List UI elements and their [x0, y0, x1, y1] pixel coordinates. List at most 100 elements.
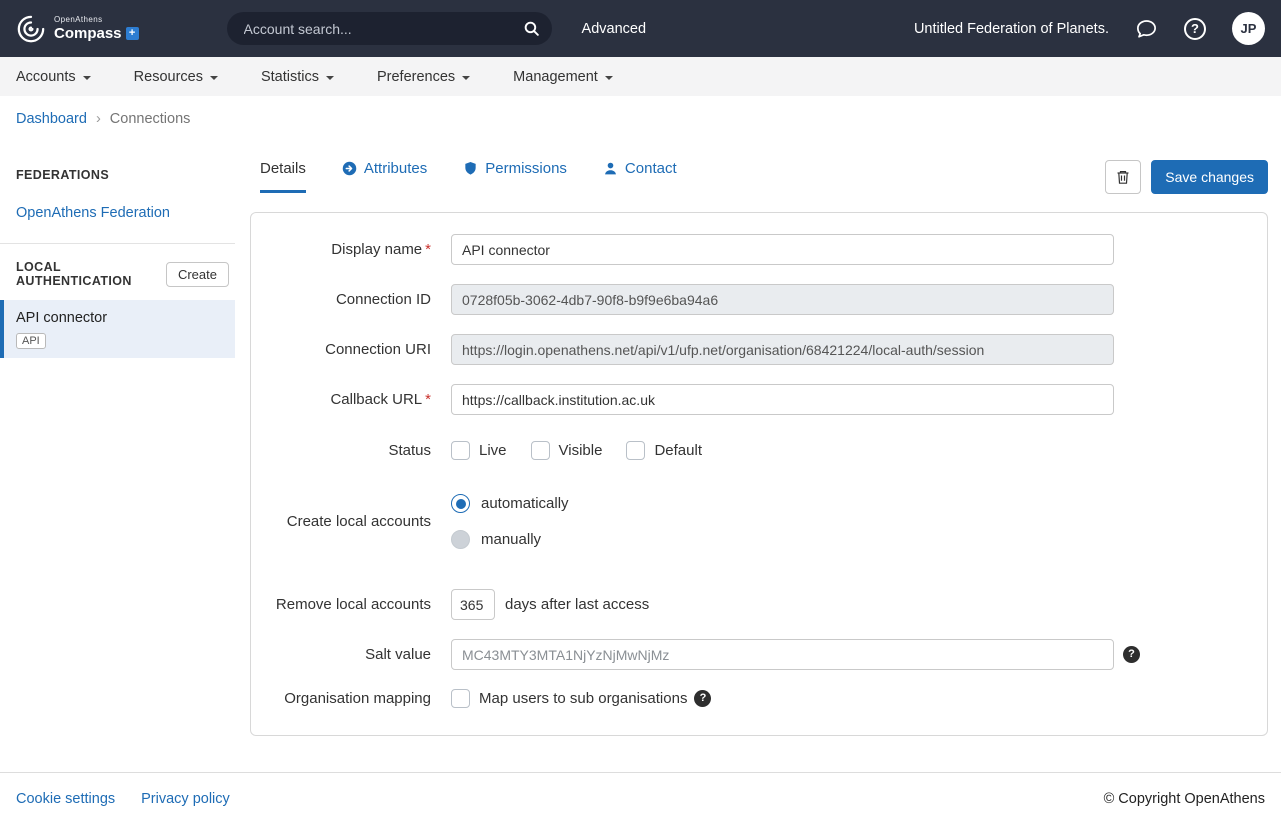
callback-url-input[interactable] [451, 384, 1114, 415]
form-row-connection-id: Connection ID [251, 284, 1267, 315]
user-icon [603, 161, 618, 176]
nav-statistics-label: Statistics [261, 69, 319, 85]
tab-permissions[interactable]: Permissions [463, 160, 567, 193]
account-search [227, 12, 552, 45]
status-live-label: Live [479, 442, 507, 459]
nav-accounts[interactable]: Accounts [16, 69, 91, 85]
top-header: OpenAthens Compass Advanced Untitled Fed… [0, 0, 1281, 57]
nav-resources-label: Resources [134, 69, 203, 85]
salt-help-icon[interactable] [1123, 646, 1140, 663]
remove-days-input[interactable] [451, 589, 495, 620]
connection-uri-label: Connection URI [261, 341, 431, 358]
create-connection-button[interactable]: Create [166, 262, 229, 287]
tabs: Details Attributes P [250, 160, 677, 193]
nav-statistics[interactable]: Statistics [261, 69, 334, 85]
breadcrumb-dashboard[interactable]: Dashboard [16, 111, 87, 127]
remove-local-accounts-label: Remove local accounts [261, 596, 431, 613]
trash-icon [1115, 169, 1131, 185]
footer: Cookie settings Privacy policy © Copyrig… [0, 772, 1281, 825]
logo-plus-icon [126, 27, 139, 40]
remove-days-suffix: days after last access [505, 596, 649, 613]
tabs-row: Details Attributes P [250, 160, 1268, 194]
logo-openathens-text: OpenAthens [54, 16, 139, 24]
nav-preferences[interactable]: Preferences [377, 69, 470, 85]
federations-heading: FEDERATIONS [0, 168, 235, 182]
nav-management-label: Management [513, 69, 598, 85]
status-visible-checkbox[interactable] [531, 441, 550, 460]
caret-down-icon [210, 76, 218, 80]
status-default-checkbox[interactable] [626, 441, 645, 460]
caret-down-icon [462, 76, 470, 80]
tab-contact[interactable]: Contact [603, 160, 677, 193]
sidebar-divider [0, 243, 235, 244]
status-visible-label: Visible [559, 442, 603, 459]
tab-details[interactable]: Details [260, 160, 306, 193]
federation-name: Untitled Federation of Planets. [914, 21, 1109, 37]
save-changes-button[interactable]: Save changes [1151, 160, 1268, 194]
connection-uri-input [451, 334, 1114, 365]
nav-resources[interactable]: Resources [134, 69, 218, 85]
status-live-checkbox[interactable] [451, 441, 470, 460]
connection-type-badge: API [16, 333, 46, 349]
main-nav: Accounts Resources Statistics Preference… [0, 57, 1281, 96]
tab-contact-label: Contact [625, 160, 677, 177]
question-circle-icon [1184, 18, 1206, 40]
form-row-salt-value: Salt value [251, 639, 1267, 670]
create-accounts-manually-radio[interactable] [451, 530, 470, 549]
breadcrumb: Dashboard › Connections [0, 96, 1281, 136]
breadcrumb-separator-icon: › [96, 111, 101, 127]
form-row-organisation-mapping: Organisation mapping Map users to sub or… [251, 689, 1267, 708]
delete-button[interactable] [1105, 160, 1141, 194]
details-form: Display name* Connection ID Connection U… [250, 212, 1268, 736]
local-auth-header: LOCAL AUTHENTICATION Create [0, 260, 235, 288]
automatically-label: automatically [481, 495, 569, 512]
search-input[interactable] [242, 20, 518, 38]
sidebar-item-openathens-federation[interactable]: OpenAthens Federation [0, 205, 235, 221]
display-name-input[interactable] [451, 234, 1114, 265]
connection-title: API connector [16, 310, 223, 326]
cookie-settings-link[interactable]: Cookie settings [16, 791, 115, 807]
manually-label: manually [481, 531, 541, 548]
local-auth-heading: LOCAL AUTHENTICATION [16, 260, 166, 288]
help-icon[interactable] [1184, 18, 1206, 40]
tab-details-label: Details [260, 160, 306, 177]
privacy-policy-link[interactable]: Privacy policy [141, 791, 230, 807]
app-logo[interactable]: OpenAthens Compass [16, 14, 139, 44]
arrow-circle-icon [342, 161, 357, 176]
form-row-display-name: Display name* [251, 234, 1267, 265]
organisation-mapping-checkbox[interactable] [451, 689, 470, 708]
salt-value-input[interactable] [451, 639, 1114, 670]
toolbar-actions: Save changes [1105, 160, 1268, 194]
sidebar-item-api-connector[interactable]: API connector API [0, 300, 235, 358]
organisation-mapping-label: Organisation mapping [261, 690, 431, 707]
connection-id-label: Connection ID [261, 291, 431, 308]
chat-icon[interactable] [1135, 17, 1158, 40]
nav-management[interactable]: Management [513, 69, 613, 85]
page: OpenAthens Compass Advanced Untitled Fed… [0, 0, 1281, 825]
topbar-right: Untitled Federation of Planets. JP [914, 12, 1265, 45]
tab-attributes-label: Attributes [364, 160, 427, 177]
openathens-swirl-icon [16, 14, 46, 44]
tab-permissions-label: Permissions [485, 160, 567, 177]
form-row-remove-local-accounts: Remove local accounts days after last ac… [251, 589, 1267, 620]
advanced-search-link[interactable]: Advanced [582, 21, 647, 37]
organisation-mapping-help-icon[interactable] [694, 690, 711, 707]
nav-accounts-label: Accounts [16, 69, 76, 85]
nav-preferences-label: Preferences [377, 69, 455, 85]
footer-links: Cookie settings Privacy policy [16, 791, 230, 807]
caret-down-icon [326, 76, 334, 80]
form-row-connection-uri: Connection URI [251, 334, 1267, 365]
display-name-label: Display name* [261, 241, 431, 258]
tab-attributes[interactable]: Attributes [342, 160, 427, 193]
create-local-accounts-label: Create local accounts [261, 513, 431, 530]
content: FEDERATIONS OpenAthens Federation LOCAL … [0, 136, 1281, 772]
status-label: Status [261, 442, 431, 459]
copyright-text: © Copyright OpenAthens [1104, 791, 1265, 807]
form-row-callback-url: Callback URL* [251, 384, 1267, 415]
required-marker: * [425, 391, 431, 408]
user-avatar[interactable]: JP [1232, 12, 1265, 45]
caret-down-icon [605, 76, 613, 80]
search-icon[interactable] [518, 15, 546, 43]
main-panel: Details Attributes P [235, 136, 1281, 736]
create-accounts-automatically-radio[interactable] [451, 494, 470, 513]
